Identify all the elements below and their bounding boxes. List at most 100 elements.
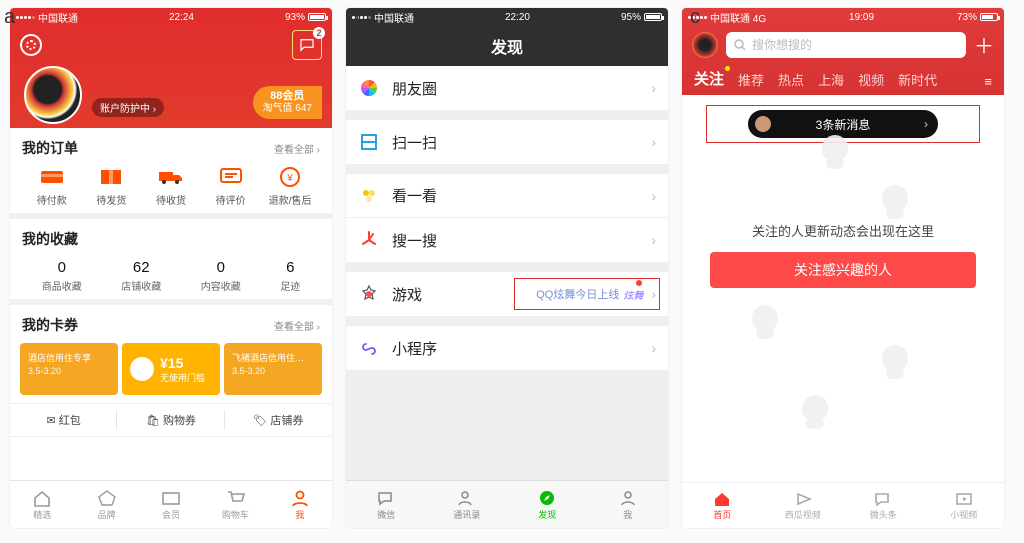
tab-weitoutiao[interactable]: 微头条 [843,483,924,528]
new-messages-pill[interactable]: 3条新消息 › [748,110,938,138]
c-avatar[interactable] [692,32,718,58]
chip-hongbao[interactable]: ✉︎ 红包 [10,404,117,436]
publish-plus-icon[interactable]: ＋ [974,30,994,59]
row-game[interactable]: 游戏 QQ炫舞今日上线 炫舞 › [346,272,668,316]
c-header: 中国联通 4G 19:09 73% 搜你想搜的 ＋ 关注 推荐 热点 [682,8,1004,95]
account-protect-pill[interactable]: 账户防护中 › [92,98,164,117]
a-time: 22:24 [169,12,194,23]
tab-brand[interactable]: 品牌 [74,481,138,528]
tab-discover[interactable]: 发现 [507,481,588,528]
row-label: 小程序 [392,338,651,359]
tab-shortvideo[interactable]: 小视频 [924,483,1005,528]
chevron-right-icon: › [651,188,656,204]
coupon-card-3[interactable]: 飞猪酒店信用住… 3.5-3.20 [224,343,322,395]
phone-a: 中国联通 22:24 93% 2 账户防护中 › 88会员 淘气值 647 [10,8,332,528]
review-icon [218,166,244,188]
a-avatar[interactable] [24,66,82,124]
settings-gear-icon[interactable] [20,34,42,56]
row-label: 看一看 [392,185,651,206]
chip-label: 购物券 [163,415,196,427]
look-icon [358,185,380,207]
row-look[interactable]: 看一看 › [346,174,668,218]
coupon-type-row: ✉︎ 红包 🛍︎ 购物券 🏷︎ 店铺券 [10,403,332,437]
order-pending-receive[interactable]: 待收货 [144,166,198,207]
box-icon [98,166,124,188]
c-body: 3条新消息 › 关注的人更新动态会出现在这里 关注感兴趣的人 [682,95,1004,482]
c-carrier: 中国联通 4G [710,10,766,25]
order-pending-ship[interactable]: 待发货 [84,166,138,207]
a-battery-pct: 93% [285,12,305,23]
channel-newera[interactable]: 新时代 [898,70,937,89]
tab-xigua[interactable]: 西瓜视频 [763,483,844,528]
tab-home[interactable]: 首页 [682,483,763,528]
pig-icon [130,357,154,381]
tab-label: 西瓜视频 [785,508,821,521]
follow-cta-button[interactable]: 关注感兴趣的人 [710,252,976,288]
chip-shop-coupon[interactable]: 🏷︎ 店铺券 [225,404,332,436]
tab-label: 小视频 [950,508,977,521]
fav-shops[interactable]: 62店铺收藏 [121,259,161,293]
order-refund[interactable]: ¥ 退款/售后 [263,166,317,207]
tab-label: 微信 [377,508,395,521]
b-tabbar: 微信 通讯录 发现 我 [346,480,668,528]
channel-follow[interactable]: 关注 [694,68,724,89]
chip-shopping-coupon[interactable]: 🛍︎ 购物券 [117,404,224,436]
tab-label: 通讯录 [453,508,480,521]
tab-wechat[interactable]: 微信 [346,481,427,528]
fav-goods[interactable]: 0 商品收藏 [42,259,82,293]
row-moments[interactable]: 朋友圈 › [346,66,668,110]
row-miniprogram[interactable]: 小程序 › [346,326,668,370]
fav-footprint[interactable]: 6足迹 [280,259,300,293]
tab-label: 我 [623,508,632,521]
row-scan[interactable]: 扫一扫 › [346,120,668,164]
phone-c: 中国联通 4G 19:09 73% 搜你想搜的 ＋ 关注 推荐 热点 [682,8,1004,528]
row-search[interactable]: 搜一搜 › [346,218,668,262]
new-messages-text: 3条新消息 [816,116,871,133]
miniprogram-icon [358,337,380,359]
search-placeholder: 搜你想搜的 [752,36,812,53]
coupon-card-1[interactable]: 酒店信用住专享 3.5-3.20 [20,343,118,395]
messages-icon[interactable]: 2 [292,30,322,60]
chip-label: 店铺券 [270,415,303,427]
tab-label: 我 [295,508,304,521]
order-label: 待发货 [96,196,126,207]
fav-content[interactable]: 0内容收藏 [201,259,241,293]
fav-num: 0 [42,259,82,276]
tab-member[interactable]: 会员 [139,481,203,528]
tab-label: 品牌 [98,508,116,521]
channel-menu-icon[interactable]: ≡ [984,74,992,89]
chevron-right-icon: › [651,286,656,302]
favs-section: 我的收藏 0商品收藏 62店铺收藏 0内容收藏 6足迹 [10,219,332,299]
orders-see-all[interactable]: 查看全部 › [274,141,320,156]
order-pending-review[interactable]: 待评价 [204,166,258,207]
order-pending-payment[interactable]: 待付款 [25,166,79,207]
tab-label: 发现 [538,508,556,521]
fav-label: 商品收藏 [42,282,82,293]
row-label: 游戏 [392,284,536,305]
tab-contacts[interactable]: 通讯录 [427,481,508,528]
b-time: 22:20 [505,12,530,23]
channel-shanghai[interactable]: 上海 [818,70,844,89]
scan-icon [358,131,380,153]
member-badge[interactable]: 88会员 淘气值 647 [253,86,322,119]
channel-recommend[interactable]: 推荐 [738,70,764,89]
channel-video[interactable]: 视频 [858,70,884,89]
new-dot-badge [725,66,730,71]
order-label: 待收货 [156,196,186,207]
chip-label: 红包 [59,415,81,427]
channel-hot[interactable]: 热点 [778,70,804,89]
empty-follow-text: 关注的人更新动态会出现在这里 [696,221,990,240]
tab-label: 会员 [162,508,180,521]
game-subtitle: QQ炫舞今日上线 [536,286,619,302]
tab-featured[interactable]: 精选 [10,481,74,528]
coupon-card-2[interactable]: ¥15 无使用门槛 [122,343,220,395]
c-search-input[interactable]: 搜你想搜的 [726,32,966,58]
cards-see-all[interactable]: 查看全部 › [274,318,320,333]
battery-icon [980,13,998,21]
a-carrier: 中国联通 [38,10,78,25]
wallet-icon [39,166,65,188]
chevron-right-icon: › [651,134,656,150]
tab-me[interactable]: 我 [588,481,669,528]
tab-cart[interactable]: 购物车 [203,481,267,528]
tab-me[interactable]: 我 [268,481,332,528]
